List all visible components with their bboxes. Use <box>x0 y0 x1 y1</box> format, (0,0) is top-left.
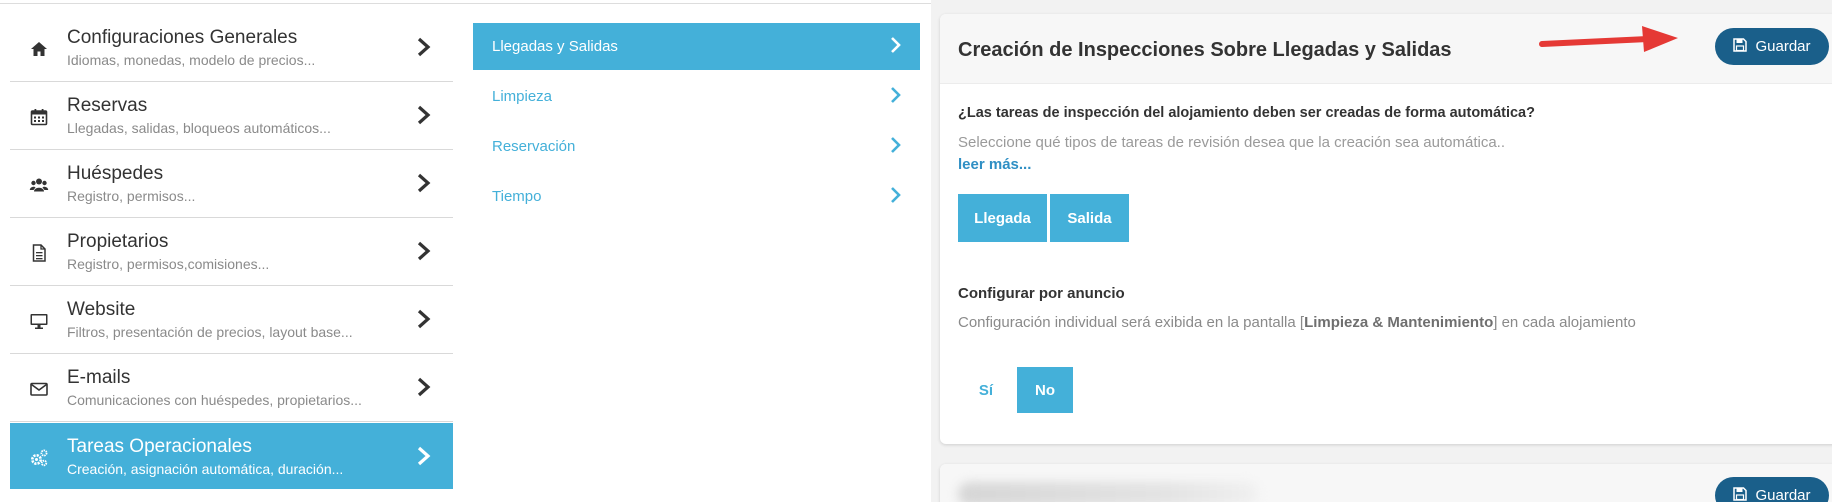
sidebar-item-title: Website <box>67 299 136 320</box>
save-button-label: Guardar <box>1755 487 1811 502</box>
chevron-right-icon <box>888 36 902 54</box>
sidebar-item-title: Propietarios <box>67 231 169 252</box>
sidebar-item-title: Huéspedes <box>67 163 164 184</box>
read-more-link[interactable]: leer más... <box>958 156 1031 173</box>
monitor-icon <box>28 310 50 332</box>
submenu-item-label: Llegadas y Salidas <box>492 38 618 55</box>
per-listing-description-suffix: ] en cada alojamiento <box>1493 314 1636 331</box>
sidebar-item-title: Tareas Operacionales <box>67 436 252 457</box>
no-option-button[interactable]: No <box>1017 367 1073 413</box>
submenu-item-label: Tiempo <box>492 188 542 205</box>
sidebar-item-website[interactable]: Website Filtros, presentación de precios… <box>10 286 453 354</box>
home-icon <box>28 38 50 60</box>
card-header: Guardar <box>940 464 1832 502</box>
floppy-disk-icon <box>1733 37 1748 56</box>
submenu-item-label: Reservación <box>492 138 576 155</box>
inspection-settings-card: Creación de Inspecciones Sobre Llegadas … <box>940 14 1832 444</box>
blurred-card-title <box>958 482 1258 502</box>
sidebar-item-title: E-mails <box>67 367 131 388</box>
chevron-right-icon <box>413 240 433 262</box>
save-button[interactable]: Guardar <box>1715 28 1829 65</box>
yes-option-button[interactable]: Sí <box>958 367 1014 413</box>
calendar-icon <box>28 106 50 128</box>
chevron-right-icon <box>413 104 433 126</box>
document-icon <box>28 242 50 264</box>
sidebar-item-subtitle: Idiomas, monedas, modelo de precios... <box>67 52 316 68</box>
card-header: Creación de Inspecciones Sobre Llegadas … <box>940 14 1832 84</box>
sidebar-item-subtitle: Comunicaciones con huéspedes, propietari… <box>67 392 362 408</box>
auto-inspection-description: Seleccione qué tipos de tareas de revisi… <box>958 134 1506 151</box>
per-listing-description: Configuración individual será exibida en… <box>958 314 1636 331</box>
auto-inspection-question: ¿Las tareas de inspección del alojamient… <box>958 105 1535 121</box>
submenu-item-tiempo[interactable]: Tiempo <box>473 173 920 220</box>
sidebar-item-title: Configuraciones Generales <box>67 27 298 48</box>
sidebar-item-subtitle: Creación, asignación automática, duració… <box>67 461 344 477</box>
submenu-item-llegadas-y-salidas[interactable]: Llegadas y Salidas <box>473 23 920 70</box>
annotation-arrow-icon <box>1539 26 1678 52</box>
save-button-secondary[interactable]: Guardar <box>1715 477 1829 502</box>
chevron-right-icon <box>413 36 433 58</box>
arrival-option-button[interactable]: Llegada <box>958 194 1047 242</box>
submenu-item-reservacion[interactable]: Reservación <box>473 123 920 170</box>
gears-icon <box>28 447 50 469</box>
sidebar-item-tareas-operacionales[interactable]: Tareas Operacionales Creación, asignació… <box>10 423 453 489</box>
sidebar-item-title: Reservas <box>67 95 148 116</box>
save-button-label: Guardar <box>1755 38 1811 55</box>
submenu-item-label: Limpieza <box>492 88 553 105</box>
per-listing-description-bold: Limpieza & Mantenimiento <box>1304 314 1494 331</box>
settings-sidebar: Configuraciones Generales Idiomas, moned… <box>10 14 453 489</box>
sidebar-item-subtitle: Registro, permisos... <box>67 188 196 204</box>
sidebar-item-reservas[interactable]: Reservas Llegadas, salidas, bloqueos aut… <box>10 82 453 150</box>
sidebar-item-configuraciones-generales[interactable]: Configuraciones Generales Idiomas, moned… <box>10 14 453 82</box>
sidebar-item-propietarios[interactable]: Propietarios Registro, permisos,comision… <box>10 218 453 286</box>
chevron-right-icon <box>413 376 433 398</box>
sidebar-item-subtitle: Llegadas, salidas, bloqueos automáticos.… <box>67 120 331 136</box>
card-title: Creación de Inspecciones Sobre Llegadas … <box>958 39 1452 61</box>
per-listing-description-prefix: Configuración individual será exibida en… <box>958 314 1305 331</box>
submenu: Llegadas y Salidas Limpieza Reservación … <box>473 23 920 223</box>
per-listing-question: Configurar por anuncio <box>958 285 1125 302</box>
users-icon <box>28 174 50 196</box>
chevron-right-icon <box>888 136 902 154</box>
chevron-right-icon <box>888 86 902 104</box>
chevron-right-icon <box>413 308 433 330</box>
sidebar-item-subtitle: Filtros, presentación de precios, layout… <box>67 324 353 340</box>
chevron-right-icon <box>413 172 433 194</box>
floppy-disk-icon <box>1733 486 1748 502</box>
sidebar-item-huespedes[interactable]: Huéspedes Registro, permisos... <box>10 150 453 218</box>
departure-option-button[interactable]: Salida <box>1050 194 1129 242</box>
second-settings-card: Guardar <box>940 464 1832 502</box>
sidebar-item-emails[interactable]: E-mails Comunicaciones con huéspedes, pr… <box>10 354 453 422</box>
submenu-item-limpieza[interactable]: Limpieza <box>473 73 920 120</box>
chevron-right-icon <box>413 445 433 467</box>
chevron-right-icon <box>888 186 902 204</box>
sidebar-item-subtitle: Registro, permisos,comisiones... <box>67 256 270 272</box>
envelope-icon <box>28 378 50 400</box>
